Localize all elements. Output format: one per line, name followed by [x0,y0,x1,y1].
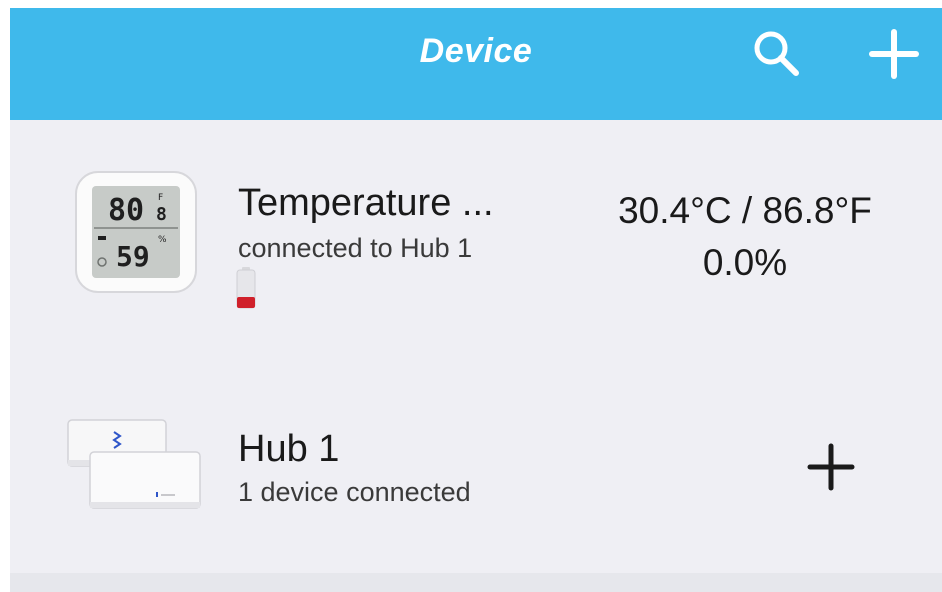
search-icon [754,31,799,76]
hub-connected-count: 1 device connected [238,477,471,507]
plus-icon [869,29,919,79]
plus-icon [807,443,855,491]
device-row-temperature-sensor[interactable]: 80 8 F 59 % Temperature ... connected to… [10,120,942,370]
humidity-reading: 0.0% [702,242,788,283]
device-row-hub[interactable]: Hub 1 1 device connected [10,370,942,575]
battery-low-icon [236,267,256,309]
hub-add-device-button[interactable] [804,440,858,494]
top-navigation-bar: Device [10,8,942,120]
device-connection-status: connected to Hub 1 [238,233,473,263]
display-top-digits: 80 [108,193,144,228]
app-screen: Device 80 8 F 59 % Temperature ... conne… [10,8,942,592]
display-top-unit: F [158,193,163,203]
device-name: Temperature ... [238,182,494,224]
hub-name: Hub 1 [238,428,340,470]
display-top-decimal: 8 [156,204,167,225]
add-device-button[interactable] [866,26,922,82]
thermo-hygrometer-icon: 80 8 F 59 % [75,171,197,293]
hub-device-icon [67,419,201,509]
temperature-reading: 30.4°C / 86.8°F [618,190,872,231]
search-button[interactable] [748,26,804,82]
list-footer-strip [10,573,942,592]
display-bottom-digits: 59 [116,240,150,273]
display-bottom-unit: % [158,235,167,245]
